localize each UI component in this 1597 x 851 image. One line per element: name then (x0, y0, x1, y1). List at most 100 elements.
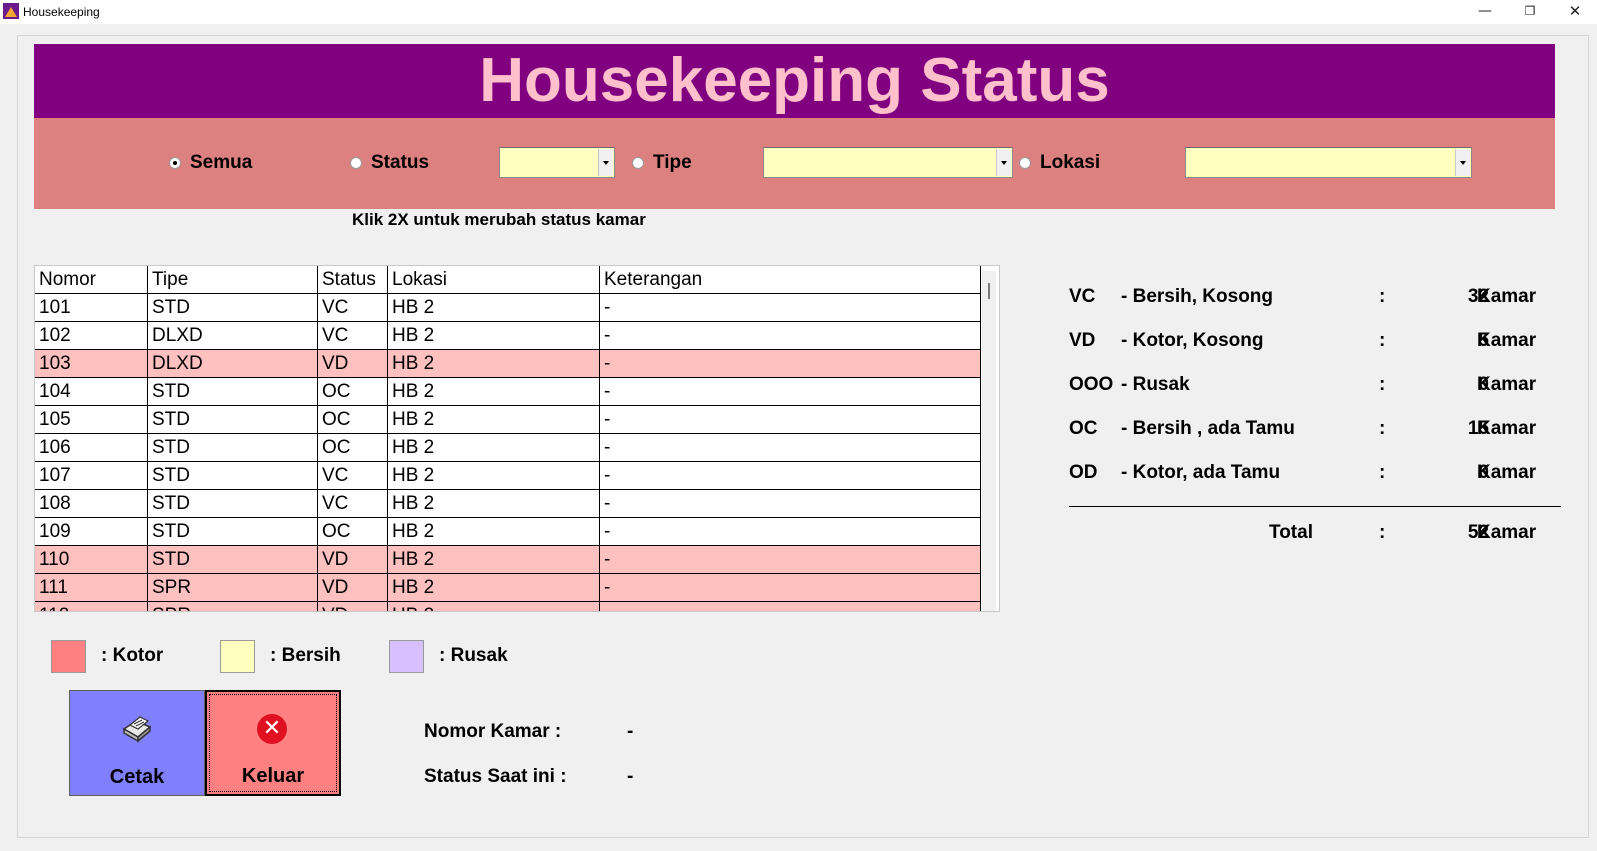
table-row[interactable]: 107 STD VC HB 2- (35, 462, 981, 490)
column-header-status[interactable]: Status (318, 266, 388, 294)
table-cell-keterangan: - (600, 490, 981, 518)
table-cell-nomor: 105 (35, 406, 148, 434)
summary-row: VD - Kotor, Kosong:5 Kamar (1069, 330, 1589, 354)
radio-dot-checked-icon (169, 157, 181, 169)
table-row[interactable]: 110 STD VD HB 2- (35, 546, 981, 574)
column-header-lokasi[interactable]: Lokasi (388, 266, 600, 294)
summary-colon: : (1379, 286, 1386, 307)
legend-rusak-label: : Rusak (439, 645, 508, 666)
radio-tipe[interactable]: Tipe (632, 152, 692, 174)
window-title: Housekeeping (23, 5, 100, 19)
table-cell-status: VC (318, 294, 388, 322)
table-cell-status: VD (318, 546, 388, 574)
table-row[interactable]: 112SPRVDHB 2- (35, 602, 981, 611)
table-cell-lokasi: HB 2 (388, 406, 600, 434)
table-cell-status: VD (318, 602, 388, 611)
radio-semua-label: Semua (190, 152, 253, 173)
table-row[interactable]: 109 STD OC HB 2- (35, 518, 981, 546)
table-cell-nomor: 103 (35, 350, 148, 378)
table-row[interactable]: 103 DLXD VD HB 2- (35, 350, 981, 378)
column-header-tipe[interactable]: Tipe (148, 266, 318, 294)
legend-kotor-swatch (51, 640, 86, 673)
summary-unit: Kamar (1477, 330, 1537, 351)
column-header-keterangan[interactable]: Keterangan (600, 266, 981, 294)
table-cell-tipe: STD (148, 490, 318, 518)
table-row[interactable]: 104 STD OC HB 2- (35, 378, 981, 406)
radio-semua[interactable]: Semua (169, 152, 252, 174)
table-cell-nomor: 109 (35, 518, 148, 546)
table-cell-tipe: STD (148, 434, 318, 462)
nomor-kamar-value: - (627, 721, 634, 742)
tipe-combo[interactable] (763, 147, 1013, 178)
status-saat-ini-label: Status Saat ini : (424, 766, 567, 787)
table-cell-status: OC (318, 406, 388, 434)
summary-desc: - Rusak (1121, 374, 1190, 395)
table-row[interactable]: 108 STD VC HB 2- (35, 490, 981, 518)
table-cell-lokasi: HB 2 (388, 294, 600, 322)
summary-code: VC (1069, 286, 1096, 307)
summary-row: OOO - Rusak:0 Kamar (1069, 374, 1589, 398)
lokasi-combo[interactable] (1185, 147, 1472, 178)
summary-row: OC - Bersih , ada Tamu:15 Kamar (1069, 418, 1589, 442)
table-cell-keterangan: - (600, 350, 981, 378)
summary-total-unit: Kamar (1477, 522, 1537, 543)
table-cell-nomor: 102 (35, 322, 148, 350)
chevron-down-icon[interactable] (996, 149, 1011, 176)
summary-desc: - Bersih, Kosong (1121, 286, 1274, 307)
table-cell-nomor: 107 (35, 462, 148, 490)
grid-scrollbar[interactable] (982, 271, 996, 611)
table-cell-tipe: DLXD (148, 322, 318, 350)
summary-colon: : (1379, 418, 1386, 439)
header-band: Housekeeping Status (34, 44, 1555, 118)
table-cell-lokasi: HB 2 (388, 462, 600, 490)
summary-total-label: Total (1269, 522, 1313, 543)
table-row[interactable]: 111 SPR VD HB 2- (35, 574, 981, 602)
summary-desc: - Kotor, ada Tamu (1121, 462, 1281, 483)
table-cell-status: OC (318, 378, 388, 406)
table-cell-tipe: SPR (148, 574, 318, 602)
radio-dot-icon (632, 157, 644, 169)
table-cell-nomor: 101 (35, 294, 148, 322)
table-cell-keterangan: - (600, 378, 981, 406)
status-saat-ini-value: - (627, 766, 634, 787)
table-cell-nomor: 106 (35, 434, 148, 462)
close-circle-icon: ✕ (257, 714, 287, 744)
table-cell-nomor: 110 (35, 546, 148, 574)
maximize-button[interactable]: ❐ (1508, 0, 1552, 24)
minimize-button[interactable]: — (1463, 0, 1507, 24)
table-cell-status: VD (318, 350, 388, 378)
summary-unit: Kamar (1477, 374, 1537, 395)
chevron-down-icon[interactable] (1455, 149, 1470, 176)
summary-unit: Kamar (1477, 286, 1537, 307)
table-cell-nomor: 104 (35, 378, 148, 406)
table-cell-keterangan: - (600, 546, 981, 574)
table-cell-lokasi: HB 2 (388, 490, 600, 518)
column-header-nomor[interactable]: Nomor (35, 266, 148, 294)
radio-lokasi[interactable]: Lokasi (1019, 152, 1100, 174)
legend-bersih-swatch (220, 640, 255, 673)
summary-row: VC - Bersih, Kosong:32 Kamar (1069, 286, 1589, 310)
room-grid[interactable]: Nomor Tipe Status Lokasi Keterangan 101 S… (34, 265, 1000, 612)
summary-total-colon: : (1379, 522, 1386, 543)
keluar-button[interactable]: ✕ Keluar (205, 690, 341, 796)
table-cell-tipe: STD (148, 546, 318, 574)
table-row[interactable]: 102 DLXD VC HB 2- (35, 322, 981, 350)
legend-bersih-label: : Bersih (270, 645, 341, 666)
chevron-down-icon[interactable] (598, 149, 613, 176)
cetak-button[interactable]: Cetak (69, 690, 205, 796)
table-row[interactable]: 101 STD VC HB 2- (35, 294, 981, 322)
table-cell-tipe: STD (148, 378, 318, 406)
summary-colon: : (1379, 374, 1386, 395)
summary-divider (1069, 506, 1561, 507)
app-icon (3, 3, 19, 19)
scrollbar-thumb[interactable] (988, 283, 990, 299)
status-combo[interactable] (499, 147, 615, 178)
radio-status[interactable]: Status (350, 152, 429, 174)
legend-kotor-label: : Kotor (101, 645, 164, 666)
table-cell-keterangan: - (600, 518, 981, 546)
table-cell-nomor: 112 (35, 602, 148, 611)
radio-dot-icon (350, 157, 362, 169)
table-row[interactable]: 106 STD OC HB 2- (35, 434, 981, 462)
table-row[interactable]: 105 STD OC HB 2- (35, 406, 981, 434)
close-window-button[interactable]: ✕ (1553, 0, 1597, 24)
